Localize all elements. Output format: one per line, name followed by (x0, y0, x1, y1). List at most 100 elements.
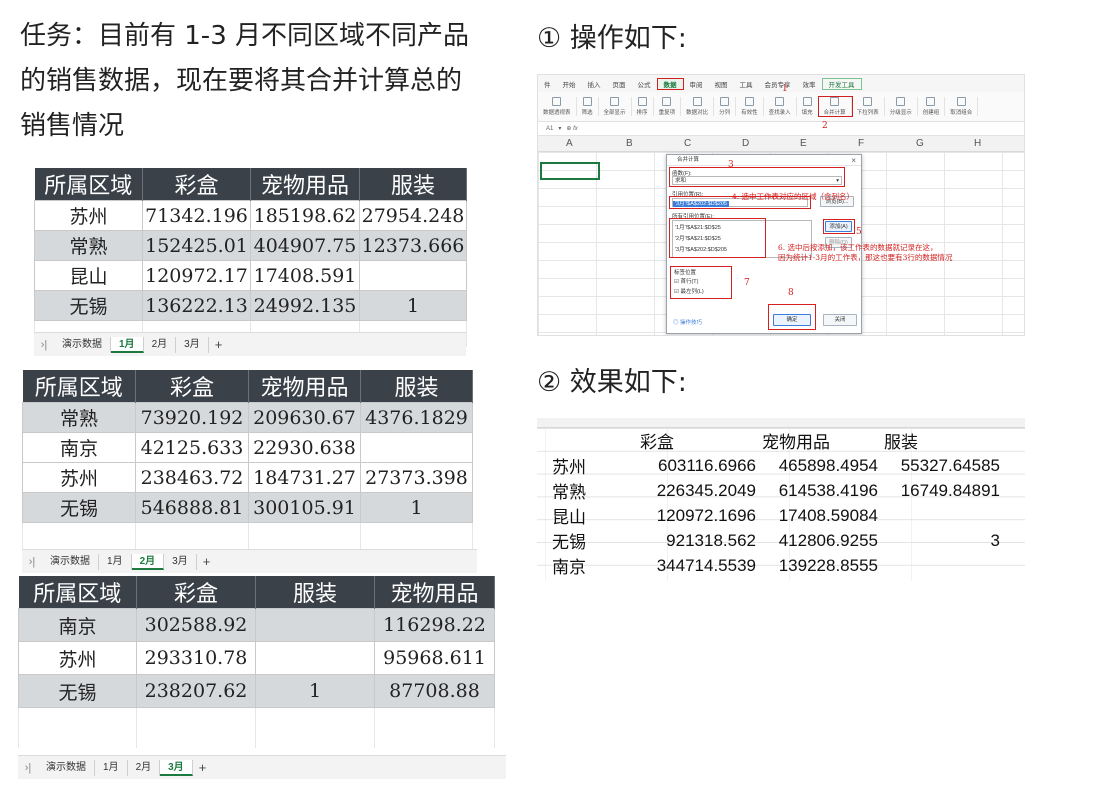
tab-mar[interactable]: 3月 (164, 553, 197, 570)
ribbon-button[interactable]: 创建组 (918, 97, 946, 116)
consolidate-button[interactable]: 合并计算 (817, 96, 853, 117)
table-cell[interactable]: 71342.196 (142, 200, 251, 231)
table-cell[interactable] (881, 503, 1003, 528)
table-cell[interactable]: 546888.81 (135, 492, 249, 523)
ribbon-button[interactable]: 填充 (797, 97, 819, 116)
add-sheet-icon[interactable]: + (197, 554, 217, 569)
table-cell[interactable]: 12373.666 (359, 230, 467, 261)
table-cell[interactable] (22, 522, 136, 549)
column-header[interactable]: H (974, 138, 981, 149)
table-cell[interactable]: 南京 (22, 432, 136, 463)
menu-item[interactable]: 审阅 (684, 79, 709, 89)
menu-item[interactable]: 开发工具 (821, 77, 862, 90)
table-cell[interactable]: 17408.59084 (759, 503, 881, 528)
table-cell[interactable] (360, 432, 473, 463)
menu-item[interactable]: 视图 (709, 79, 734, 89)
table-cell[interactable]: 24992.135 (250, 290, 360, 321)
menu-item[interactable]: 件 (538, 79, 557, 89)
menu-item[interactable]: 效率 (797, 79, 822, 89)
table-cell[interactable] (135, 522, 249, 549)
table-cell[interactable]: 139228.8555 (759, 553, 881, 578)
table-cell[interactable]: 152425.01 (142, 230, 251, 261)
table-cell[interactable]: 无锡 (34, 290, 143, 321)
header-cell[interactable] (549, 428, 637, 453)
tab-jan[interactable]: 1月 (99, 553, 132, 570)
tips-link[interactable]: ◎ 操作技巧 (673, 318, 702, 326)
table-cell[interactable]: 3 (881, 528, 1003, 553)
table-cell[interactable]: 1 (255, 674, 375, 708)
table-cell[interactable]: 293310.78 (136, 641, 256, 675)
table-cell[interactable]: 184731.27 (248, 462, 361, 493)
table-cell[interactable]: 116298.22 (374, 608, 495, 642)
table-cell[interactable]: 无锡 (18, 674, 137, 708)
menu-item-data[interactable]: 数据 (656, 77, 684, 90)
table-cell[interactable]: 42125.633 (135, 432, 249, 463)
ribbon-button[interactable]: 排序 (632, 97, 654, 116)
add-sheet-icon[interactable]: + (193, 760, 213, 775)
table-cell[interactable]: 1 (359, 290, 467, 321)
table-cell[interactable]: 4376.1829 (360, 402, 473, 433)
table-cell[interactable]: 238207.62 (136, 674, 256, 708)
tab-demo[interactable]: 演示数据 (42, 553, 99, 570)
menu-item[interactable]: 工具 (734, 79, 759, 89)
tab-jan[interactable]: 1月 (111, 336, 144, 353)
table-cell[interactable]: 344714.5539 (637, 553, 759, 578)
menu-item[interactable]: 公式 (632, 79, 657, 89)
table-cell[interactable]: 常熟 (549, 478, 637, 503)
ribbon-button[interactable]: 分列 (714, 97, 737, 116)
table-cell[interactable]: 昆山 (34, 260, 143, 291)
tab-nav-icon[interactable]: ›| (18, 762, 38, 774)
table-cell[interactable] (136, 707, 256, 748)
table-cell[interactable]: 苏州 (18, 641, 137, 675)
column-header[interactable]: D (742, 138, 749, 149)
close-icon[interactable]: × (851, 155, 856, 166)
header-cell[interactable]: 彩盒 (637, 428, 759, 453)
table-cell[interactable]: 苏州 (22, 462, 136, 493)
table-cell[interactable]: 120972.17 (142, 260, 251, 291)
header-cell[interactable]: 服装 (881, 428, 1003, 453)
ribbon-button[interactable]: 取消组合 (945, 97, 979, 116)
ribbon-button[interactable]: 全部显示 (599, 97, 632, 116)
table-cell[interactable]: 412806.9255 (759, 528, 881, 553)
table-cell[interactable]: 常熟 (22, 402, 136, 433)
table-cell[interactable]: 55327.64585 (881, 453, 1003, 478)
column-header[interactable]: E (800, 138, 807, 149)
menu-item[interactable]: 插入 (582, 79, 607, 89)
table-cell[interactable]: 136222.13 (142, 290, 251, 321)
table-cell[interactable]: 常熟 (34, 230, 143, 261)
table-cell[interactable] (255, 707, 375, 748)
ribbon-button[interactable]: 数据对比 (681, 97, 715, 116)
column-header[interactable]: G (916, 138, 924, 149)
table-cell[interactable] (374, 707, 495, 748)
tab-feb[interactable]: 2月 (144, 336, 177, 353)
table-cell[interactable]: 87708.88 (374, 674, 495, 708)
ribbon-button[interactable]: 查找录入 (764, 97, 797, 116)
close-button[interactable]: 关闭 (823, 314, 857, 326)
ribbon-button[interactable]: 数据透视表 (538, 97, 577, 116)
header-cell[interactable]: 宠物用品 (759, 428, 881, 453)
column-header[interactable]: C (684, 138, 691, 149)
table-cell[interactable]: 无锡 (22, 492, 136, 523)
table-cell[interactable]: 921318.562 (637, 528, 759, 553)
table-cell[interactable]: 22930.638 (248, 432, 361, 463)
tab-demo[interactable]: 演示数据 (38, 759, 95, 776)
ribbon-button[interactable]: 有效性 (736, 97, 764, 116)
tab-feb[interactable]: 2月 (131, 553, 165, 570)
menu-item[interactable]: 会员专享 (759, 79, 797, 89)
table-cell[interactable] (248, 522, 361, 549)
table-cell[interactable]: 南京 (18, 608, 137, 642)
table-cell[interactable]: 27373.398 (360, 462, 473, 493)
add-sheet-icon[interactable]: + (209, 337, 229, 352)
formula-bar[interactable]: A1 ▾ ⊕ fx (538, 122, 1024, 136)
table-cell[interactable] (360, 522, 473, 549)
table-cell[interactable] (881, 553, 1003, 578)
table-cell[interactable]: 300105.91 (248, 492, 361, 523)
table-cell[interactable]: 苏州 (549, 453, 637, 478)
table-cell[interactable]: 226345.2049 (637, 478, 759, 503)
table-cell[interactable]: 73920.192 (135, 402, 249, 433)
table-cell[interactable]: 603116.6966 (637, 453, 759, 478)
menu-item[interactable]: 开始 (557, 79, 582, 89)
selected-cell[interactable] (540, 162, 600, 180)
tab-nav-icon[interactable]: ›| (34, 339, 54, 351)
column-header[interactable]: A (566, 138, 573, 149)
